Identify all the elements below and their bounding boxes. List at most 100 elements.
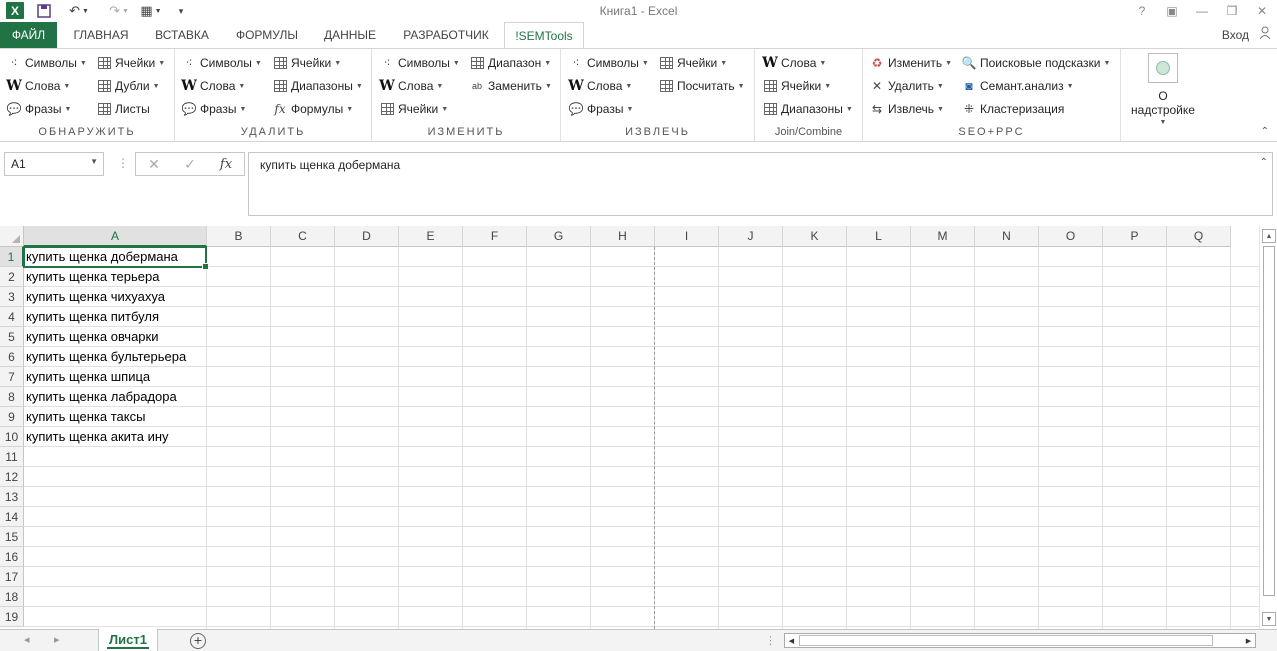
row-header[interactable]: 7 (0, 367, 24, 387)
column-header-j[interactable]: J (719, 226, 783, 247)
formula-input[interactable]: купить щенка добермана ⌃ (248, 152, 1273, 216)
discover-phrases-button[interactable]: 💬 Фразы ▼ (6, 99, 72, 119)
close-icon[interactable]: ✕ (1247, 0, 1277, 22)
row-header[interactable]: 5 (0, 327, 24, 347)
cell-a10[interactable]: купить щенка акита ину (26, 427, 169, 447)
extract-words-button[interactable]: W Слова ▼ (568, 76, 632, 96)
scroll-down-icon[interactable]: ▼ (1262, 612, 1276, 626)
row-header[interactable]: 13 (0, 487, 24, 507)
row-header[interactable]: 4 (0, 307, 24, 327)
seo-semantic-button[interactable]: ◙ Семант.анализ ▼ (961, 76, 1073, 96)
row-header[interactable]: 2 (0, 267, 24, 287)
horizontal-scroll-thumb[interactable] (799, 635, 1213, 646)
row-header[interactable]: 14 (0, 507, 24, 527)
cell-a6[interactable]: купить щенка бультерьера (26, 347, 186, 367)
cancel-icon[interactable]: ✕ (136, 153, 172, 175)
split-handle-icon[interactable]: ⋮ (765, 634, 776, 647)
scroll-left-icon[interactable]: ◀ (785, 634, 798, 647)
extract-symbols-button[interactable]: ⁖ Символы ▼ (568, 53, 648, 73)
row-header[interactable]: 10 (0, 427, 24, 447)
tab-home[interactable]: ГЛАВНАЯ (64, 22, 138, 48)
change-words-button[interactable]: W Слова ▼ (379, 76, 443, 96)
row-header[interactable]: 12 (0, 467, 24, 487)
row-header[interactable]: 1 (0, 247, 24, 267)
sign-in-link[interactable]: Вход (1222, 22, 1249, 48)
discover-symbols-button[interactable]: ⁖ Символы ▼ (6, 53, 86, 73)
row-header[interactable]: 3 (0, 287, 24, 307)
column-header-e[interactable]: E (399, 226, 463, 247)
worksheet-grid[interactable]: A B C D E F G H I J K L M N O P Q 1 2 3 4 5 6 7 8 9 10 11 12 13 14 15 16… (0, 226, 1260, 629)
discover-sheets-button[interactable]: Листы (96, 99, 150, 119)
row-header[interactable]: 8 (0, 387, 24, 407)
scroll-right-icon[interactable]: ▶ (1242, 634, 1255, 647)
minimize-icon[interactable]: — (1187, 0, 1217, 22)
join-words-button[interactable]: W Слова ▼ (762, 53, 826, 73)
extract-cells-button[interactable]: Ячейки ▼ (658, 53, 727, 73)
cell-a2[interactable]: купить щенка терьера (26, 267, 159, 287)
remove-symbols-button[interactable]: ⁖ Символы ▼ (181, 53, 261, 73)
seo-search-hints-button[interactable]: 🔍 Поисковые подсказки ▼ (961, 53, 1111, 73)
sheet-prev-icon[interactable]: ◂ (24, 633, 30, 646)
column-header-h[interactable]: H (591, 226, 655, 247)
column-header-o[interactable]: O (1039, 226, 1103, 247)
column-header-p[interactable]: P (1103, 226, 1167, 247)
ribbon-display-icon[interactable]: ▣ (1157, 0, 1187, 22)
tab-insert[interactable]: ВСТАВКА (146, 22, 218, 48)
help-icon[interactable]: ? (1127, 0, 1157, 22)
discover-cells-button[interactable]: Ячейки ▼ (96, 53, 165, 73)
tab-formulas[interactable]: ФОРМУЛЫ (226, 22, 308, 48)
change-range-button[interactable]: Диапазон ▼ (469, 53, 551, 73)
tab-data[interactable]: ДАННЫЕ (316, 22, 384, 48)
tab-file[interactable]: ФАЙЛ (0, 22, 57, 48)
redo-icon[interactable]: ↷ ▼ (104, 2, 134, 20)
horizontal-scrollbar[interactable]: ◀ ▶ (784, 633, 1256, 648)
collapse-ribbon-icon[interactable]: ⌃ (1261, 126, 1269, 137)
cell-a8[interactable]: купить щенка лабрадора (26, 387, 177, 407)
row-header[interactable]: 19 (0, 607, 24, 627)
cell-a7[interactable]: купить щенка шпица (26, 367, 150, 387)
row-header[interactable]: 6 (0, 347, 24, 367)
extract-phrases-button[interactable]: 💬 Фразы ▼ (568, 99, 634, 119)
collapse-formula-bar-icon[interactable]: ⌃ (1260, 157, 1268, 168)
row-header[interactable]: 15 (0, 527, 24, 547)
extract-count-button[interactable]: Посчитать ▼ (658, 76, 745, 96)
scroll-up-icon[interactable]: ▲ (1262, 229, 1276, 243)
account-icon[interactable] (1259, 26, 1271, 42)
seo-remove-button[interactable]: ✕ Удалить ▼ (869, 76, 944, 96)
discover-dupes-button[interactable]: Дубли ▼ (96, 76, 160, 96)
change-symbols-button[interactable]: ⁖ Символы ▼ (379, 53, 459, 73)
sheet-next-icon[interactable]: ▸ (54, 633, 60, 646)
column-header-m[interactable]: M (911, 226, 975, 247)
remove-formulas-button[interactable]: fx Формулы ▼ (272, 99, 353, 119)
tab-semtools[interactable]: !SEMTools (504, 22, 584, 49)
column-header-l[interactable]: L (847, 226, 911, 247)
row-header[interactable]: 9 (0, 407, 24, 427)
column-header-c[interactable]: C (271, 226, 335, 247)
select-all-button[interactable] (0, 226, 24, 247)
cell-a4[interactable]: купить щенка питбуля (26, 307, 159, 327)
row-header[interactable]: 17 (0, 567, 24, 587)
row-header[interactable]: 16 (0, 547, 24, 567)
change-cells-button[interactable]: Ячейки ▼ (379, 99, 448, 119)
enter-icon[interactable]: ✓ (172, 153, 208, 175)
seo-cluster-button[interactable]: ⁜ Кластеризация (961, 99, 1064, 119)
column-header-a[interactable]: A (24, 226, 207, 247)
restore-icon[interactable]: ❐ (1217, 0, 1247, 22)
column-header-k[interactable]: K (783, 226, 847, 247)
column-header-i[interactable]: I (655, 226, 719, 247)
cell-a5[interactable]: купить щенка овчарки (26, 327, 158, 347)
form-icon[interactable]: ▦ ▼ (138, 2, 164, 20)
join-ranges-button[interactable]: Диапазоны ▼ (762, 99, 853, 119)
change-replace-button[interactable]: ab Заменить ▼ (469, 76, 552, 96)
column-header-b[interactable]: B (207, 226, 271, 247)
add-sheet-icon[interactable]: + (190, 633, 206, 649)
undo-icon[interactable]: ↶ ▼ (64, 2, 94, 20)
column-header-g[interactable]: G (527, 226, 591, 247)
seo-change-button[interactable]: ♻ Изменить ▼ (869, 53, 952, 73)
save-icon[interactable] (34, 2, 54, 20)
cell-a3[interactable]: купить щенка чихуахуа (26, 287, 165, 307)
seo-extract-button[interactable]: ⇆ Извлечь ▼ (869, 99, 944, 119)
row-header[interactable]: 18 (0, 587, 24, 607)
column-header-f[interactable]: F (463, 226, 527, 247)
tab-developer[interactable]: РАЗРАБОТЧИК (394, 22, 498, 48)
